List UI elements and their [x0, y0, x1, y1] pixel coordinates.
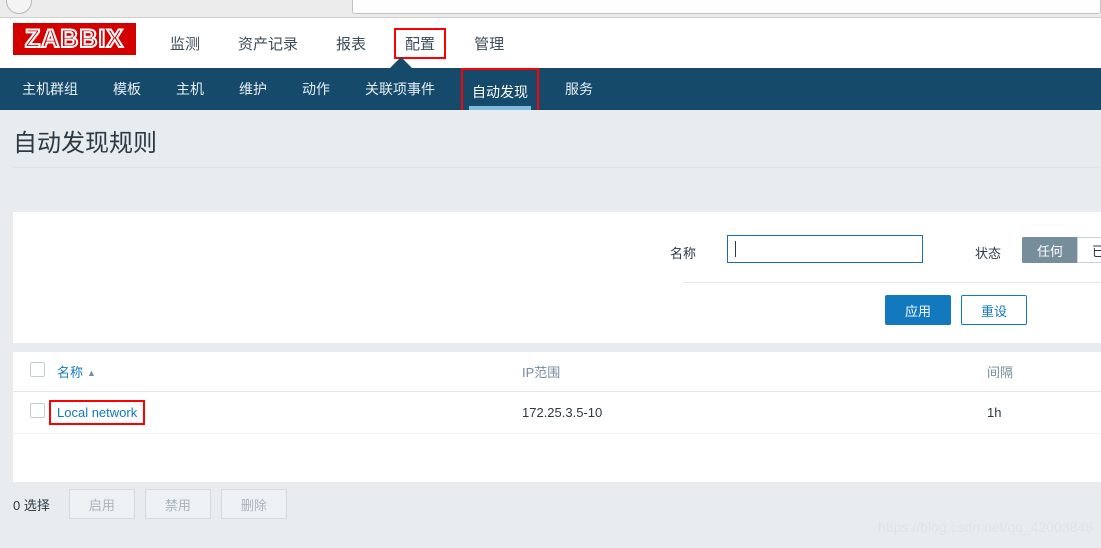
row-name-cell: Local network	[49, 391, 522, 434]
page-title: 自动发现规则	[13, 130, 157, 157]
main-navigation: 监测 资产记录 报表 配置 管理	[160, 18, 532, 68]
select-all-header	[13, 352, 57, 392]
app-header: ZABBIX 监测 资产记录 报表 配置 管理	[0, 18, 1101, 68]
subnav-item-event-correlation[interactable]: 关联项事件	[356, 68, 444, 110]
browser-url-bar[interactable]	[352, 0, 1101, 14]
browser-chrome	[0, 0, 1101, 18]
column-header-name-label: 名称	[57, 364, 84, 380]
title-divider	[13, 167, 1101, 168]
delete-button[interactable]: 删除	[220, 489, 287, 519]
nav-item-configuration[interactable]: 配置	[394, 27, 447, 59]
selected-count-label: 0 选择	[13, 497, 50, 513]
subnav-item-services[interactable]: 服务	[556, 68, 602, 110]
filter-action-buttons: 应用 重设	[884, 295, 1027, 325]
nav-item-monitoring[interactable]: 监测	[160, 29, 210, 58]
reset-button[interactable]: 重设	[960, 295, 1027, 325]
zabbix-logo[interactable]: ZABBIX	[13, 23, 136, 55]
discovery-rules-table: 名称 ▲ IP范围 间隔 Local network 172.25.3.5-10 …	[13, 352, 1101, 434]
bulk-action-bar: 0 选择 启用 禁用 删除	[13, 489, 287, 519]
column-header-interval: 间隔	[987, 352, 1101, 392]
watermark-text: https://blog.csdn.net/qq_42003848	[878, 519, 1093, 535]
back-arrow-icon[interactable]	[6, 0, 32, 14]
column-header-name[interactable]: 名称 ▲	[57, 352, 522, 392]
table-row: Local network 172.25.3.5-10 1h	[13, 391, 1101, 434]
row-checkbox[interactable]	[30, 403, 45, 418]
zabbix-logo-text: ZABBIX	[24, 24, 125, 53]
sub-navigation: 主机群组 模板 主机 维护 动作 关联项事件 自动发现 服务	[0, 68, 1101, 116]
nav-item-reports[interactable]: 报表	[326, 29, 376, 58]
column-header-ip-range: IP范围	[522, 352, 987, 392]
row-interval-cell: 1h	[987, 391, 1101, 434]
status-option-enabled[interactable]: 已	[1077, 237, 1101, 263]
subnav-item-discovery[interactable]: 自动发现	[461, 68, 539, 116]
discovery-rules-table-card: 名称 ▲ IP范围 间隔 Local network 172.25.3.5-10 …	[13, 352, 1101, 482]
subnav-item-host-groups[interactable]: 主机群组	[13, 68, 87, 110]
page-title-region: 自动发现规则	[0, 110, 1101, 168]
text-cursor-icon	[735, 241, 736, 257]
filter-divider	[683, 282, 1101, 283]
discovery-rule-link[interactable]: Local network	[57, 405, 137, 420]
filter-name-label: 名称	[670, 246, 697, 261]
apply-button[interactable]: 应用	[884, 295, 951, 325]
filter-status-label: 状态	[975, 246, 1002, 261]
disable-button[interactable]: 禁用	[144, 489, 211, 519]
subnav-item-templates[interactable]: 模板	[104, 68, 150, 110]
enable-button[interactable]: 启用	[68, 489, 135, 519]
nav-item-inventory[interactable]: 资产记录	[228, 29, 308, 58]
sort-ascending-icon: ▲	[87, 368, 96, 379]
status-option-any[interactable]: 任何	[1022, 237, 1078, 263]
row-ip-range-cell: 172.25.3.5-10	[522, 391, 987, 434]
subnav-item-actions[interactable]: 动作	[293, 68, 339, 110]
subnav-item-hosts[interactable]: 主机	[167, 68, 213, 110]
filter-name-input[interactable]	[727, 235, 923, 263]
row-name-annotation: Local network	[49, 399, 146, 425]
active-nav-pointer-icon	[390, 57, 412, 68]
filter-status-segmented-control: 任何 已	[1022, 237, 1101, 263]
filter-panel: 应用 重设	[13, 212, 1101, 343]
table-header-row: 名称 ▲ IP范围 间隔	[13, 352, 1101, 392]
nav-item-administration[interactable]: 管理	[464, 29, 514, 58]
select-all-checkbox[interactable]	[30, 362, 45, 378]
subnav-item-maintenance[interactable]: 维护	[230, 68, 276, 110]
